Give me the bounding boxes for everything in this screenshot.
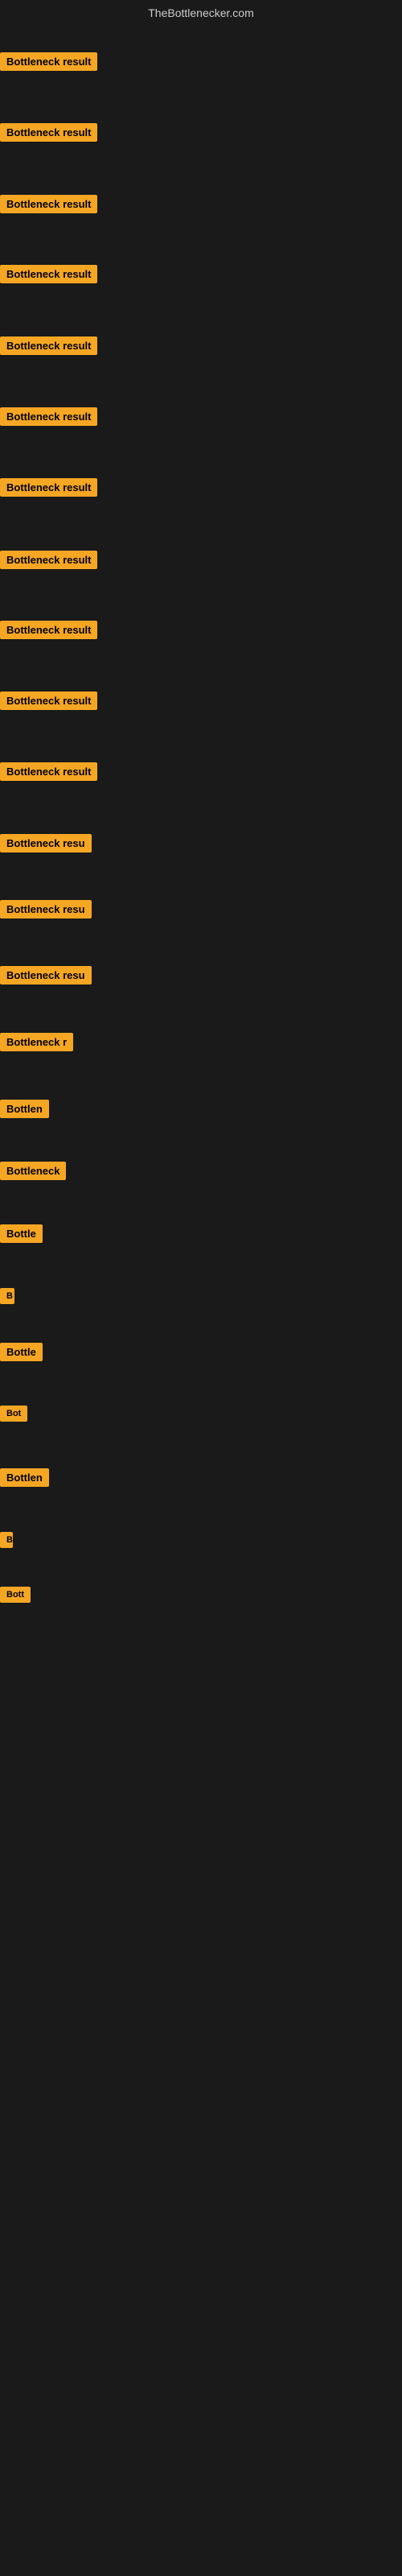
bottleneck-item-5: Bottleneck result xyxy=(0,336,97,359)
bottleneck-badge-14[interactable]: Bottleneck resu xyxy=(0,966,92,985)
bottleneck-item-16: Bottlen xyxy=(0,1100,49,1122)
bottleneck-item-12: Bottleneck resu xyxy=(0,834,92,857)
bottleneck-item-4: Bottleneck result xyxy=(0,265,97,287)
bottleneck-badge-3[interactable]: Bottleneck result xyxy=(0,195,97,213)
bottleneck-item-8: Bottleneck result xyxy=(0,551,97,573)
bottleneck-item-9: Bottleneck result xyxy=(0,621,97,643)
bottleneck-item-3: Bottleneck result xyxy=(0,195,97,217)
bottleneck-item-20: Bottle xyxy=(0,1343,43,1365)
bottleneck-item-1: Bottleneck result xyxy=(0,52,97,75)
bottleneck-item-14: Bottleneck resu xyxy=(0,966,92,989)
bottleneck-item-11: Bottleneck result xyxy=(0,762,97,785)
bottleneck-badge-6[interactable]: Bottleneck result xyxy=(0,407,97,426)
site-title: TheBottlenecker.com xyxy=(0,0,402,23)
bottleneck-badge-5[interactable]: Bottleneck result xyxy=(0,336,97,355)
bottleneck-item-6: Bottleneck result xyxy=(0,407,97,430)
bottleneck-badge-16[interactable]: Bottlen xyxy=(0,1100,49,1118)
bottleneck-item-22: Bottlen xyxy=(0,1468,49,1491)
bottleneck-item-18: Bottle xyxy=(0,1224,43,1247)
bottleneck-item-23: B xyxy=(0,1532,13,1552)
bottleneck-badge-7[interactable]: Bottleneck result xyxy=(0,478,97,497)
bottleneck-badge-22[interactable]: Bottlen xyxy=(0,1468,49,1487)
bottleneck-item-15: Bottleneck r xyxy=(0,1033,73,1055)
bottleneck-badge-23[interactable]: B xyxy=(0,1532,13,1548)
bottleneck-item-21: Bot xyxy=(0,1406,27,1426)
bottleneck-item-2: Bottleneck result xyxy=(0,123,97,146)
bottleneck-item-17: Bottleneck xyxy=(0,1162,66,1184)
bottleneck-item-13: Bottleneck resu xyxy=(0,900,92,923)
bottleneck-list: Bottleneck result Bottleneck result Bottle… xyxy=(0,23,402,2518)
site-title-container: TheBottlenecker.com xyxy=(0,0,402,23)
bottleneck-badge-24[interactable]: Bott xyxy=(0,1587,31,1603)
bottleneck-badge-2[interactable]: Bottleneck result xyxy=(0,123,97,142)
bottleneck-badge-8[interactable]: Bottleneck result xyxy=(0,551,97,569)
bottleneck-item-10: Bottleneck result xyxy=(0,691,97,714)
bottleneck-badge-19[interactable]: B xyxy=(0,1288,14,1304)
bottleneck-badge-4[interactable]: Bottleneck result xyxy=(0,265,97,283)
bottleneck-badge-10[interactable]: Bottleneck result xyxy=(0,691,97,710)
bottleneck-badge-18[interactable]: Bottle xyxy=(0,1224,43,1243)
bottleneck-badge-21[interactable]: Bot xyxy=(0,1406,27,1422)
bottleneck-item-24: Bott xyxy=(0,1587,31,1607)
bottleneck-badge-17[interactable]: Bottleneck xyxy=(0,1162,66,1180)
bottleneck-badge-9[interactable]: Bottleneck result xyxy=(0,621,97,639)
bottleneck-badge-20[interactable]: Bottle xyxy=(0,1343,43,1361)
bottleneck-item-7: Bottleneck result xyxy=(0,478,97,501)
bottleneck-badge-12[interactable]: Bottleneck resu xyxy=(0,834,92,852)
bottleneck-badge-15[interactable]: Bottleneck r xyxy=(0,1033,73,1051)
bottleneck-badge-11[interactable]: Bottleneck result xyxy=(0,762,97,781)
bottleneck-badge-1[interactable]: Bottleneck result xyxy=(0,52,97,71)
bottleneck-badge-13[interactable]: Bottleneck resu xyxy=(0,900,92,919)
bottleneck-item-19: B xyxy=(0,1288,14,1308)
